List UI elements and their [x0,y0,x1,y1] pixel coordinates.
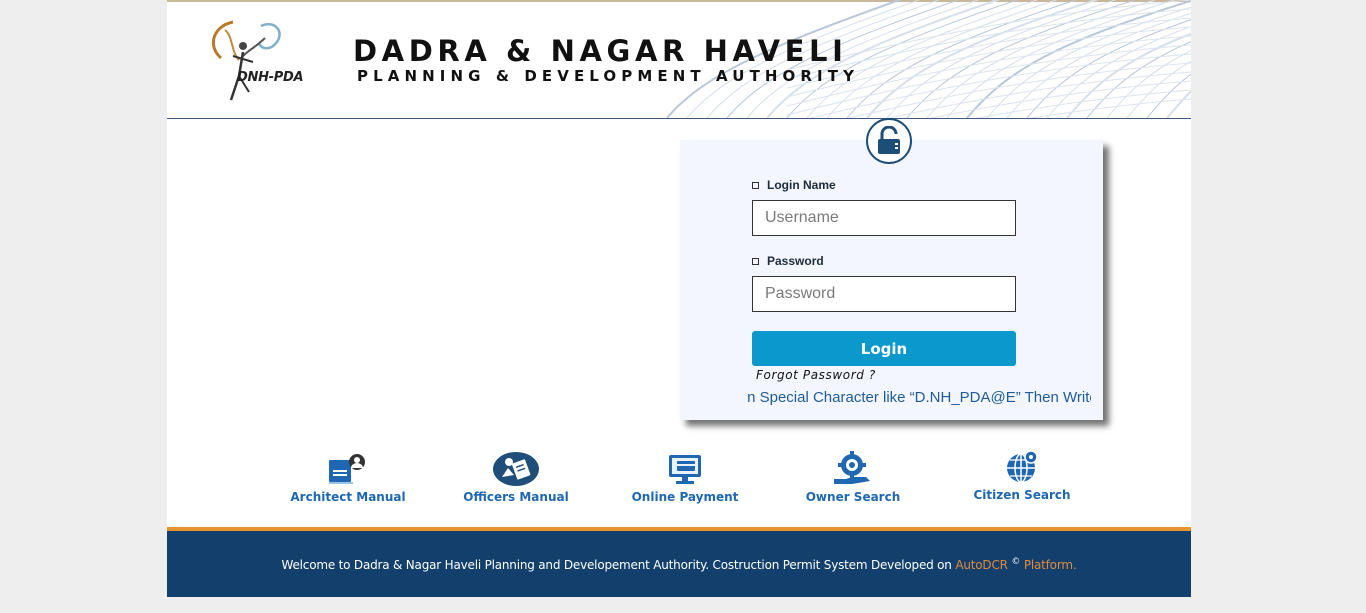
user-icon [752,181,759,189]
footer-text: Welcome to Dadra & Nagar Haveli Planning… [282,557,1077,572]
owner-search-link[interactable]: Owner Search [778,450,928,504]
notice-marquee: If Your Password Contain Special Charact… [747,387,1091,411]
architect-manual-icon [324,450,372,488]
officers-manual-link[interactable]: Officers Manual [441,450,591,504]
forgot-password-link[interactable]: Forgot Password ? [756,368,876,382]
officers-manual-icon [492,450,540,488]
architect-manual-label: Architect Manual [290,490,406,504]
password-label-row: Password [752,254,824,268]
lock-badge [866,118,912,164]
owner-search-icon [829,450,877,488]
login-button[interactable]: Login [752,331,1016,366]
online-payment-icon [661,450,709,488]
login-name-label-row: Login Name [752,178,836,192]
org-name: DADRA & NAGAR HAVELI [353,34,848,68]
citizen-search-icon [998,448,1046,486]
password-label: Password [767,254,824,268]
footer-brand-link[interactable]: AutoDCR [955,558,1008,572]
org-subtitle: PLANNING & DEVELOPMENT AUTHORITY [357,67,860,85]
footer-welcome-text: Welcome to Dadra & Nagar Haveli Planning… [281,557,952,572]
citizen-search-label: Citizen Search [973,488,1071,502]
citizen-search-link[interactable]: Citizen Search [947,448,1097,502]
lock-icon [878,126,900,154]
online-payment-link[interactable]: Online Payment [610,450,760,504]
footer-platform-text: Platform. [1023,557,1077,572]
architect-manual-link[interactable]: Architect Manual [273,450,423,504]
login-name-label: Login Name [767,178,836,192]
page: DNH-PDA DADRA & NAGAR HAVELI PLANNING & … [167,0,1191,597]
header: DNH-PDA DADRA & NAGAR HAVELI PLANNING & … [167,0,1191,119]
key-icon [752,257,759,265]
officers-manual-label: Officers Manual [463,490,569,504]
online-payment-label: Online Payment [631,490,739,504]
notice-marquee-text: If Your Password Contain Special Charact… [747,389,1091,406]
logo-icon [211,20,281,101]
footer-copyright-sup: © [1011,556,1021,567]
footer: Welcome to Dadra & Nagar Haveli Planning… [167,531,1191,597]
logo-text: DNH-PDA [237,70,304,85]
owner-search-label: Owner Search [805,490,901,504]
password-input[interactable] [752,276,1016,312]
username-input[interactable] [752,200,1016,236]
